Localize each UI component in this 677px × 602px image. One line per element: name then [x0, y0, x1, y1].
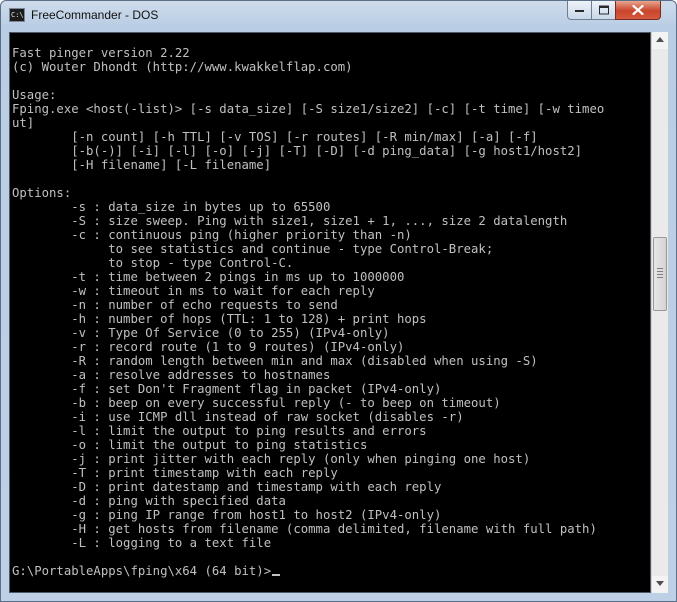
console-line: -S : size sweep. Ping with size1, size1 …	[12, 214, 568, 228]
console-line: -o : limit the output to ping statistics	[12, 438, 368, 452]
scroll-up-arrow-icon	[656, 37, 664, 42]
console-line: -H : get hosts from filename (comma deli…	[12, 522, 597, 536]
console-line: -h : number of hops (TTL: 1 to 128) + pr…	[12, 312, 427, 326]
console-line: (c) Wouter Dhondt (http://www.kwakkelfla…	[12, 60, 353, 74]
scrollbar-thumb[interactable]	[653, 237, 667, 311]
console-window: C:\ FreeCommander - DOS Fast pinger vers…	[0, 0, 677, 602]
console-line: Fping.exe <host(-list)> [-s data_size] […	[12, 102, 605, 116]
console-line: -T : print timestamp with each reply	[12, 466, 338, 480]
console-line: -t : time between 2 pings in ms up to 10…	[12, 270, 405, 284]
close-icon	[632, 5, 644, 15]
console-line: -v : Type Of Service (0 to 255) (IPv4-on…	[12, 326, 390, 340]
console-icon[interactable]: C:\	[9, 8, 25, 22]
console-line: -L : logging to a text file	[12, 536, 272, 550]
console-line: -b : beep on every successful reply (- t…	[12, 396, 501, 410]
console-line: Options:	[12, 186, 72, 200]
console-line: Fast pinger version 2.22	[12, 46, 190, 60]
console-text: Fast pinger version 2.22 (c) Wouter Dhon…	[10, 33, 650, 578]
console-line: -n : number of echo requests to send	[12, 298, 338, 312]
console-line: to stop - type Control-C.	[12, 256, 294, 270]
minimize-icon	[574, 10, 584, 12]
console-line: [-b(-)] [-i] [-l] [-o] [-j] [-T] [-D] [-…	[12, 144, 583, 158]
scrollbar-grip	[657, 268, 663, 280]
minimize-button[interactable]	[567, 1, 592, 20]
scroll-down-button[interactable]	[652, 576, 668, 593]
console-line: Usage:	[12, 88, 57, 102]
console-line: [-H filename] [-L filename]	[12, 158, 272, 172]
scroll-down-arrow-icon	[656, 581, 664, 586]
close-button[interactable]	[615, 1, 661, 20]
scroll-up-button[interactable]	[652, 32, 668, 49]
title-bar[interactable]: C:\ FreeCommander - DOS	[1, 1, 676, 29]
console-line: -r : record route (1 to 9 routes) (IPv4-…	[12, 340, 405, 354]
console-lines: Fast pinger version 2.22 (c) Wouter Dhon…	[12, 46, 604, 550]
console-line: -d : ping with specified data	[12, 494, 286, 508]
maximize-icon	[598, 5, 609, 15]
console-line: -l : limit the output to ping results an…	[12, 424, 427, 438]
console-line: ut]	[12, 116, 35, 130]
window-title: FreeCommander - DOS	[31, 8, 159, 22]
console-line: -f : set Don't Fragment flag in packet (…	[12, 382, 442, 396]
console-line: -j : print jitter with each reply (only …	[12, 452, 531, 466]
console-line: [-n count] [-h TTL] [-v TOS] [-r routes]…	[12, 130, 538, 144]
console-line: -a : resolve addresses to hostnames	[12, 368, 331, 382]
console-line: -D : print datestamp and timestamp with …	[12, 480, 442, 494]
console-line: -s : data_size in bytes up to 65500	[12, 200, 331, 214]
maximize-button[interactable]	[591, 1, 616, 20]
console-line: to see statistics and continue - type Co…	[12, 242, 494, 256]
command-prompt: G:\PortableApps\fping\x64 (64 bit)>	[12, 564, 272, 578]
console-line: -R : random length between min and max (…	[12, 354, 538, 368]
vertical-scrollbar[interactable]	[651, 32, 668, 593]
console-output-area[interactable]: Fast pinger version 2.22 (c) Wouter Dhon…	[9, 32, 651, 593]
text-cursor	[272, 574, 281, 576]
console-line: -w : timeout in ms to wait for each repl…	[12, 284, 375, 298]
console-line: -c : continuous ping (higher priority th…	[12, 228, 412, 242]
console-line: -g : ping IP range from host1 to host2 (…	[12, 508, 442, 522]
console-line: -i : use ICMP dll instead of raw socket …	[12, 410, 464, 424]
